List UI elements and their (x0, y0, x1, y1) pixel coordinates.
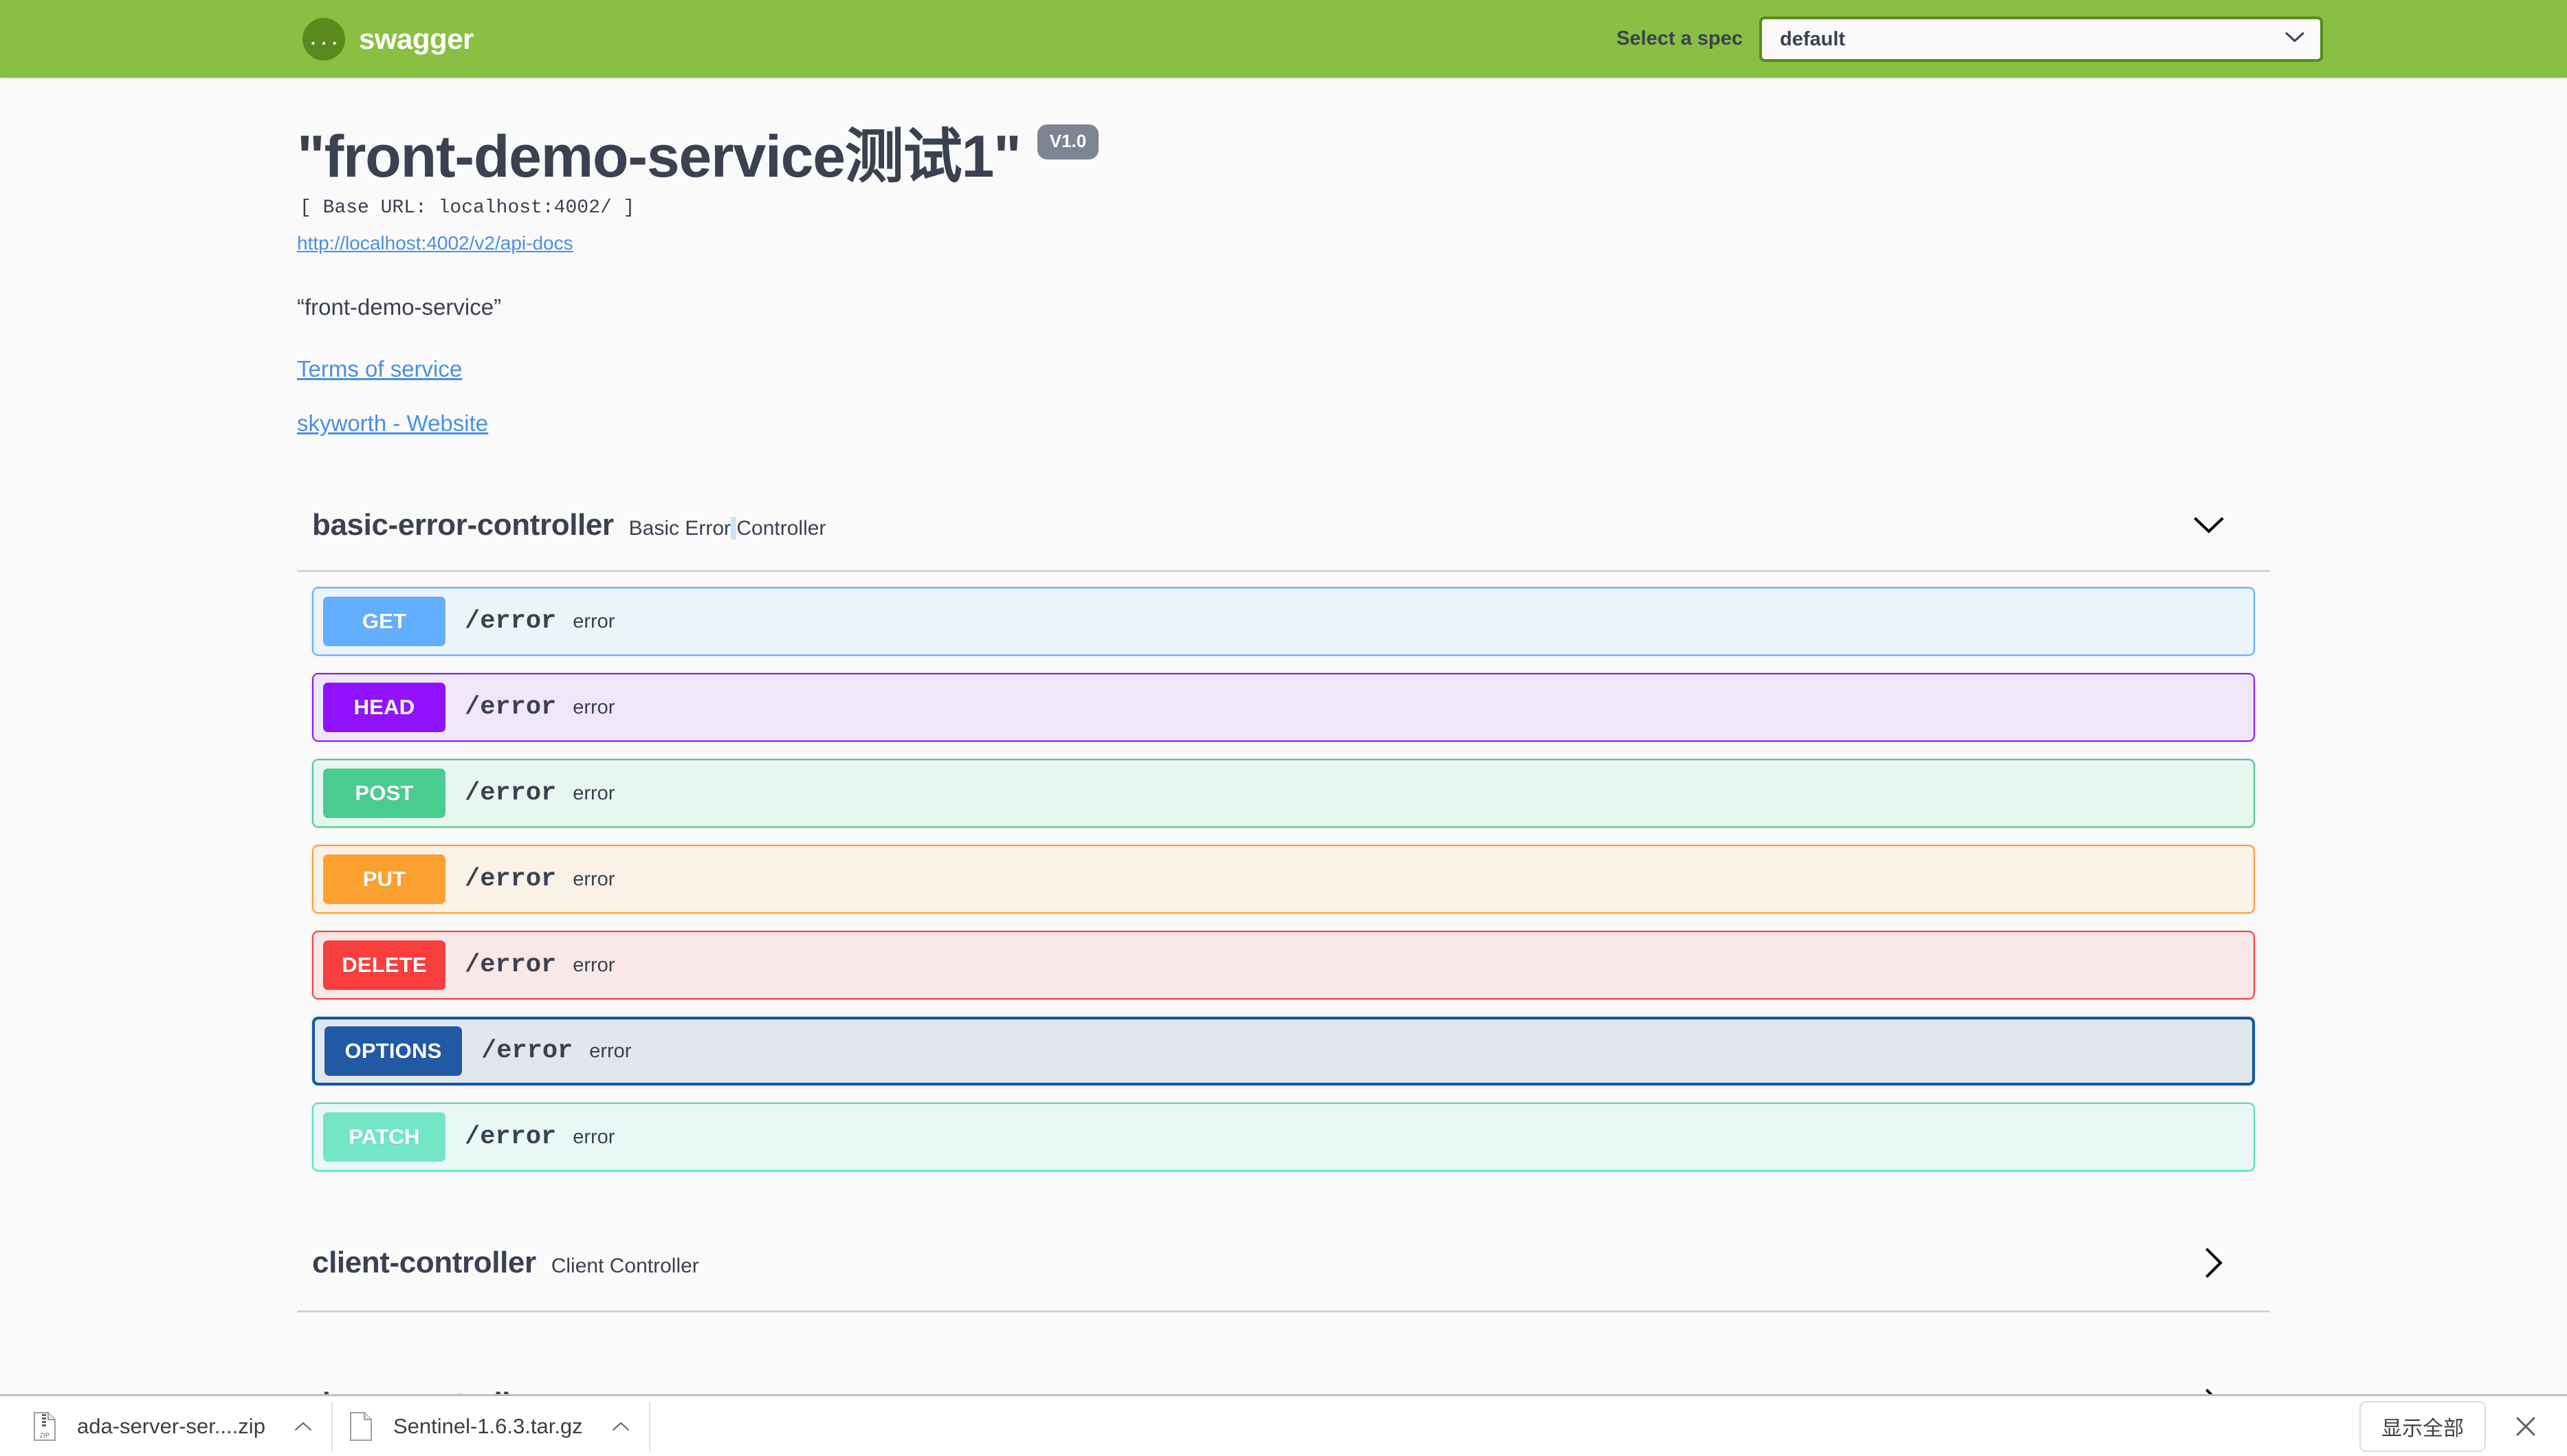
operation-summary: error (573, 696, 615, 718)
operation-path: /error (465, 693, 557, 723)
operation-path: /error (465, 1123, 557, 1152)
chevron-up-icon[interactable] (293, 1420, 313, 1433)
tag-description: Basic Error Controller (629, 511, 826, 540)
http-method-badge: PATCH (323, 1112, 445, 1162)
api-info-links: Terms of service skyworth - Website (297, 356, 2270, 437)
tag-section-basic-error-controller: basic-error-controller Basic Error Contr… (297, 482, 2270, 1172)
operation-summary: error (573, 868, 615, 890)
swagger-topbar: {...} swagger Select a spec default (0, 0, 2567, 78)
operation-row-post-error[interactable]: POST /error error (312, 759, 2255, 828)
operation-summary: error (573, 782, 615, 804)
operation-path: /error (465, 865, 557, 894)
operation-path: /error (481, 1037, 573, 1066)
operation-row-get-error[interactable]: GET /error error (312, 587, 2255, 657)
zip-file-icon: ZIP (30, 1411, 59, 1442)
svg-text:ZIP: ZIP (40, 1432, 49, 1439)
chevron-up-icon[interactable] (610, 1420, 631, 1433)
spec-selector-label: Select a spec (1616, 27, 1743, 49)
tag-description-text-tail: Controller (736, 516, 826, 540)
swagger-braces-logo: {...} (302, 17, 345, 60)
tag-section-client-controller: client-controller Client Controller (297, 1217, 2270, 1313)
operation-row-put-error[interactable]: PUT /error error (312, 845, 2255, 914)
swagger-content: "front-demo-service测试1" V1.0 [ Base URL:… (0, 78, 2567, 1456)
api-info-block: "front-demo-service测试1" V1.0 [ Base URL:… (297, 78, 2270, 437)
chevron-right-icon[interactable] (2203, 1247, 2225, 1279)
base-url: [ Base URL: localhost:4002/ ] (300, 197, 635, 219)
page-title: "front-demo-service测试1" (297, 124, 1022, 190)
operation-summary: error (589, 1039, 632, 1062)
http-method-badge: HEAD (323, 683, 445, 733)
download-item-targz[interactable]: Sentinel-1.6.3.tar.gz (333, 1401, 650, 1451)
download-shelf-actions: 显示全部 (2359, 1400, 2551, 1452)
tag-name: client-controller (312, 1246, 536, 1280)
operation-summary: error (573, 1125, 615, 1148)
http-method-badge: GET (323, 597, 445, 647)
close-icon[interactable] (2507, 1407, 2545, 1446)
tag-name: basic-error-controller (312, 508, 614, 542)
api-docs-link[interactable]: http://localhost:4002/v2/api-docs (297, 232, 573, 254)
contact-website-link[interactable]: skyworth - Website (297, 410, 488, 437)
operation-row-patch-error[interactable]: PATCH /error error (312, 1103, 2255, 1172)
swagger-brand-link[interactable]: {...} swagger (302, 17, 474, 60)
http-method-badge: DELETE (323, 940, 445, 991)
tag-header-client-controller[interactable]: client-controller Client Controller (297, 1217, 2270, 1313)
operation-row-head-error[interactable]: HEAD /error error (312, 673, 2255, 742)
spec-select-wrapper: default (1759, 16, 2323, 62)
api-description: “front-demo-service” (297, 294, 502, 320)
terms-of-service-link[interactable]: Terms of service (297, 356, 462, 382)
download-file-name: ada-server-ser....zip (77, 1413, 265, 1438)
document-file-icon (346, 1411, 375, 1442)
spec-select[interactable]: default (1759, 16, 2323, 62)
operation-summary: error (573, 610, 615, 632)
version-badge: V1.0 (1037, 124, 1099, 159)
operation-path: /error (465, 951, 557, 980)
operation-path: /error (465, 779, 557, 808)
content-container: "front-demo-service测试1" V1.0 [ Base URL:… (297, 78, 2270, 1456)
operation-row-delete-error[interactable]: DELETE /error error (312, 931, 2255, 1000)
spec-selector: Select a spec default (1616, 16, 2323, 62)
show-all-downloads-button[interactable]: 显示全部 (2359, 1400, 2486, 1452)
tag-operations-list: GET /error error HEAD /error error POST … (297, 572, 2270, 1172)
download-item-zip[interactable]: ZIP ada-server-ser....zip (16, 1401, 333, 1451)
chevron-down-icon[interactable] (2193, 516, 2225, 535)
svg-text:{...}: {...} (309, 30, 339, 50)
operation-row-options-error[interactable]: OPTIONS /error error (312, 1017, 2255, 1086)
http-method-badge: OPTIONS (324, 1026, 462, 1077)
browser-download-shelf: ZIP ada-server-ser....zip Sentinel-1.6.3… (0, 1394, 2567, 1456)
operation-path: /error (465, 607, 557, 637)
tag-header-basic-error-controller[interactable]: basic-error-controller Basic Error Contr… (297, 482, 2270, 573)
tag-description-text: Basic Error (628, 516, 731, 540)
api-title-row: "front-demo-service测试1" V1.0 (297, 124, 2270, 190)
download-file-name: Sentinel-1.6.3.tar.gz (393, 1413, 583, 1438)
http-method-badge: POST (323, 769, 445, 819)
http-method-badge: PUT (323, 854, 445, 905)
tag-description: Client Controller (551, 1254, 699, 1277)
swagger-brand-name: swagger (359, 22, 474, 55)
operation-summary: error (573, 953, 615, 976)
